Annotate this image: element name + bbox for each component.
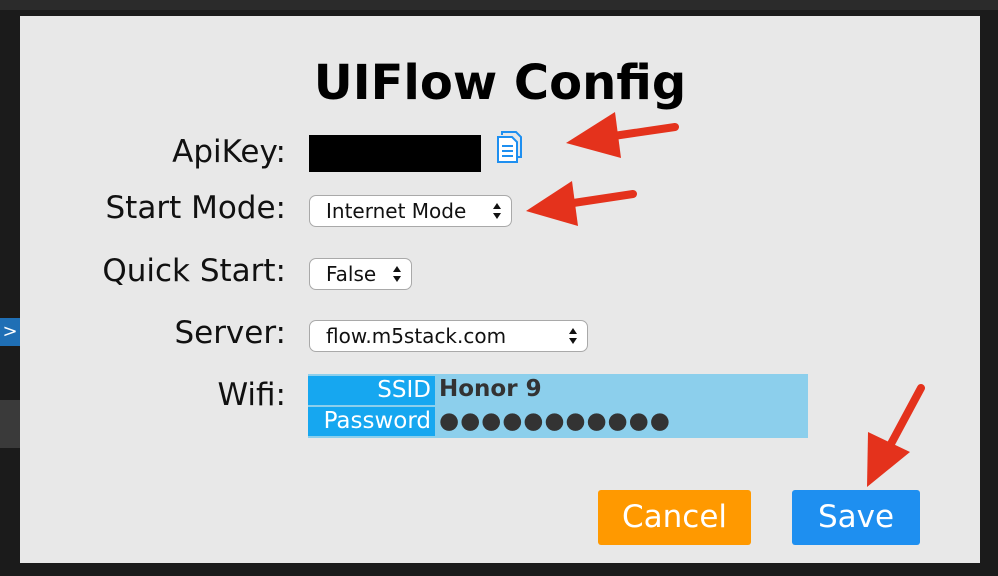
annotation-arrows — [526, 112, 925, 487]
apikey-arrow-icon — [566, 112, 679, 158]
save-arrow-icon — [867, 384, 925, 487]
start-mode-arrow-icon — [526, 181, 637, 226]
